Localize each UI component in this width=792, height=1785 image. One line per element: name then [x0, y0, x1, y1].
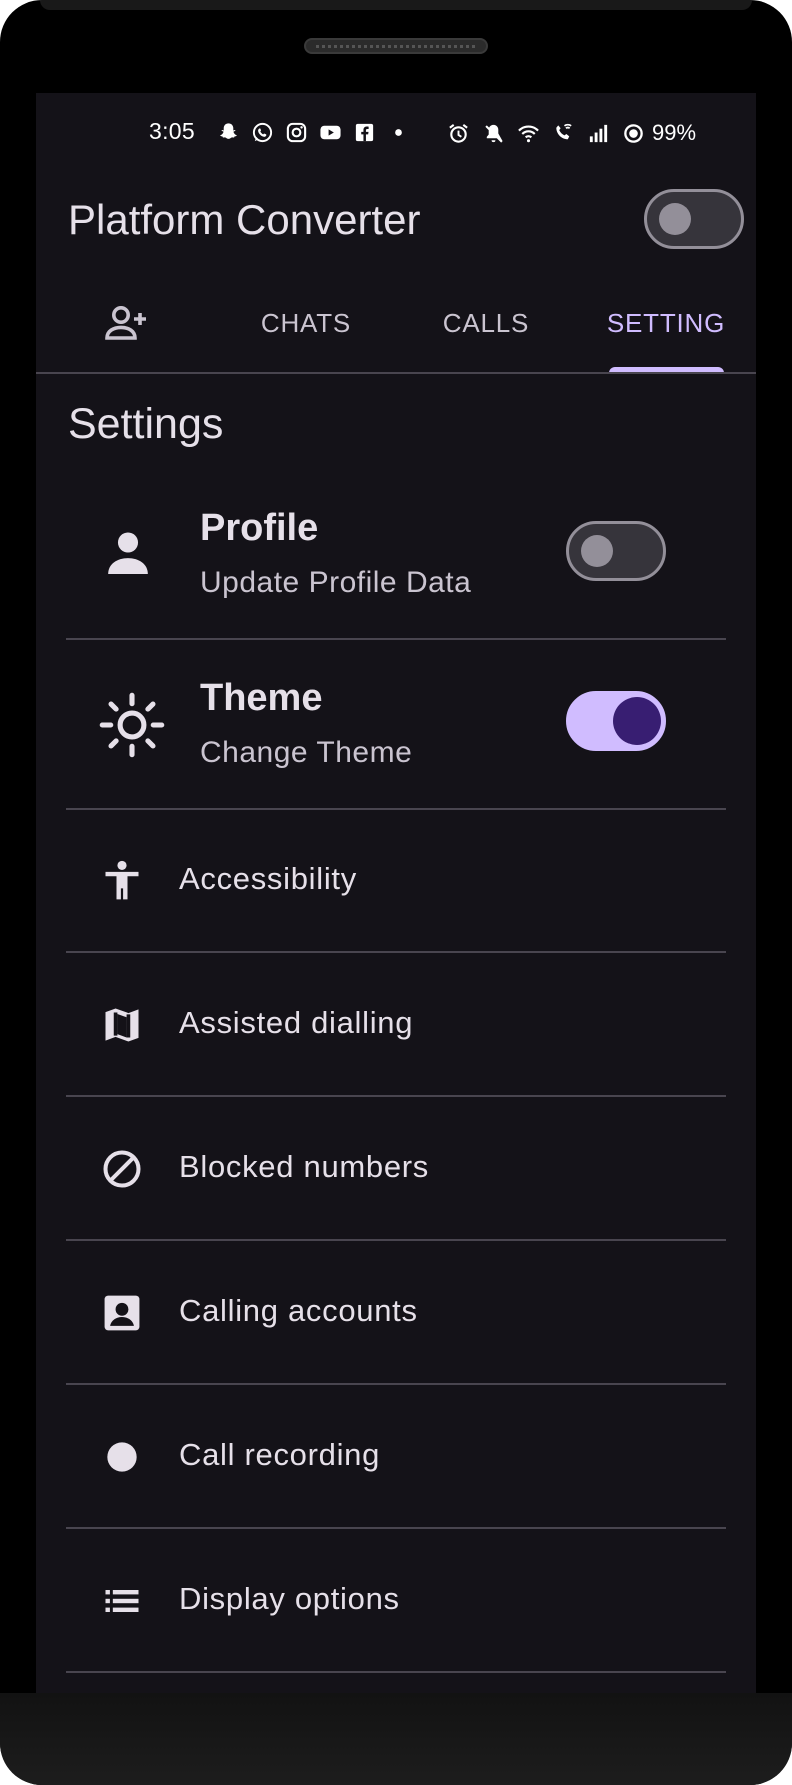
battery-saver-icon [621, 121, 646, 146]
sun-icon [98, 691, 166, 759]
phone-bottom-bezel [0, 1693, 792, 1785]
app-screen: 3:05 99% Platform Converter CHATS CALLS … [36, 93, 756, 1693]
list-icon [100, 1579, 144, 1623]
switch-thumb [613, 697, 661, 745]
account-box-icon [100, 1291, 144, 1335]
profile-title: Profile [200, 507, 319, 549]
divider [66, 951, 726, 953]
whatsapp-icon [250, 120, 275, 145]
list-item-label: Accessibility [179, 861, 357, 896]
tab-setting[interactable]: SETTING [576, 283, 756, 363]
divider [66, 1527, 726, 1529]
theme-toggle-switch[interactable] [566, 691, 666, 751]
alarm-icon [446, 121, 471, 146]
divider [66, 638, 726, 640]
theme-subtitle: Change Theme [200, 736, 413, 769]
status-notification-icons [216, 120, 411, 145]
phone-top-edge [40, 0, 752, 10]
theme-title: Theme [200, 677, 323, 719]
settings-heading: Settings [68, 400, 224, 448]
status-system-icons: 99% [446, 120, 696, 146]
facebook-icon [352, 120, 377, 145]
divider [66, 1095, 726, 1097]
phone-speaker [304, 38, 488, 54]
profile-subtitle: Update Profile Data [200, 566, 472, 599]
tab-add-contact[interactable] [36, 283, 216, 363]
divider [66, 808, 726, 810]
mute-icon [481, 121, 506, 146]
accessibility-icon [100, 859, 144, 903]
block-icon [100, 1147, 144, 1191]
divider [66, 1671, 726, 1673]
record-icon [100, 1435, 144, 1479]
list-item-label: Calling accounts [179, 1293, 418, 1328]
youtube-icon [318, 120, 343, 145]
map-icon [100, 1003, 144, 1047]
platform-toggle-switch[interactable] [644, 189, 744, 249]
battery-level: 99% [652, 120, 697, 145]
status-time: 3:05 [149, 118, 195, 144]
tab-bar-divider [36, 372, 756, 374]
switch-thumb [659, 203, 691, 235]
wifi-calling-icon [551, 121, 576, 146]
list-item-label: Display options [179, 1581, 400, 1616]
person-add-icon [102, 299, 150, 347]
instagram-icon [284, 120, 309, 145]
phone-frame: 3:05 99% Platform Converter CHATS CALLS … [0, 0, 792, 1785]
tab-chats[interactable]: CHATS [216, 283, 396, 363]
profile-toggle-switch[interactable] [566, 521, 666, 581]
list-item-label: Blocked numbers [179, 1149, 430, 1184]
status-bar: 3:05 99% [36, 118, 756, 150]
wifi-icon [516, 121, 541, 146]
list-item-label: Call recording [179, 1437, 381, 1472]
signal-icon [586, 121, 611, 146]
person-icon [100, 525, 156, 581]
dot-icon [386, 120, 411, 145]
divider [66, 1239, 726, 1241]
list-item-label: Assisted dialling [179, 1005, 414, 1040]
app-title: Platform Converter [68, 196, 421, 243]
switch-thumb [581, 535, 613, 567]
snapchat-icon [216, 120, 241, 145]
divider [66, 1383, 726, 1385]
tab-calls[interactable]: CALLS [396, 283, 576, 363]
tab-bar: CHATS CALLS SETTING [36, 283, 756, 363]
